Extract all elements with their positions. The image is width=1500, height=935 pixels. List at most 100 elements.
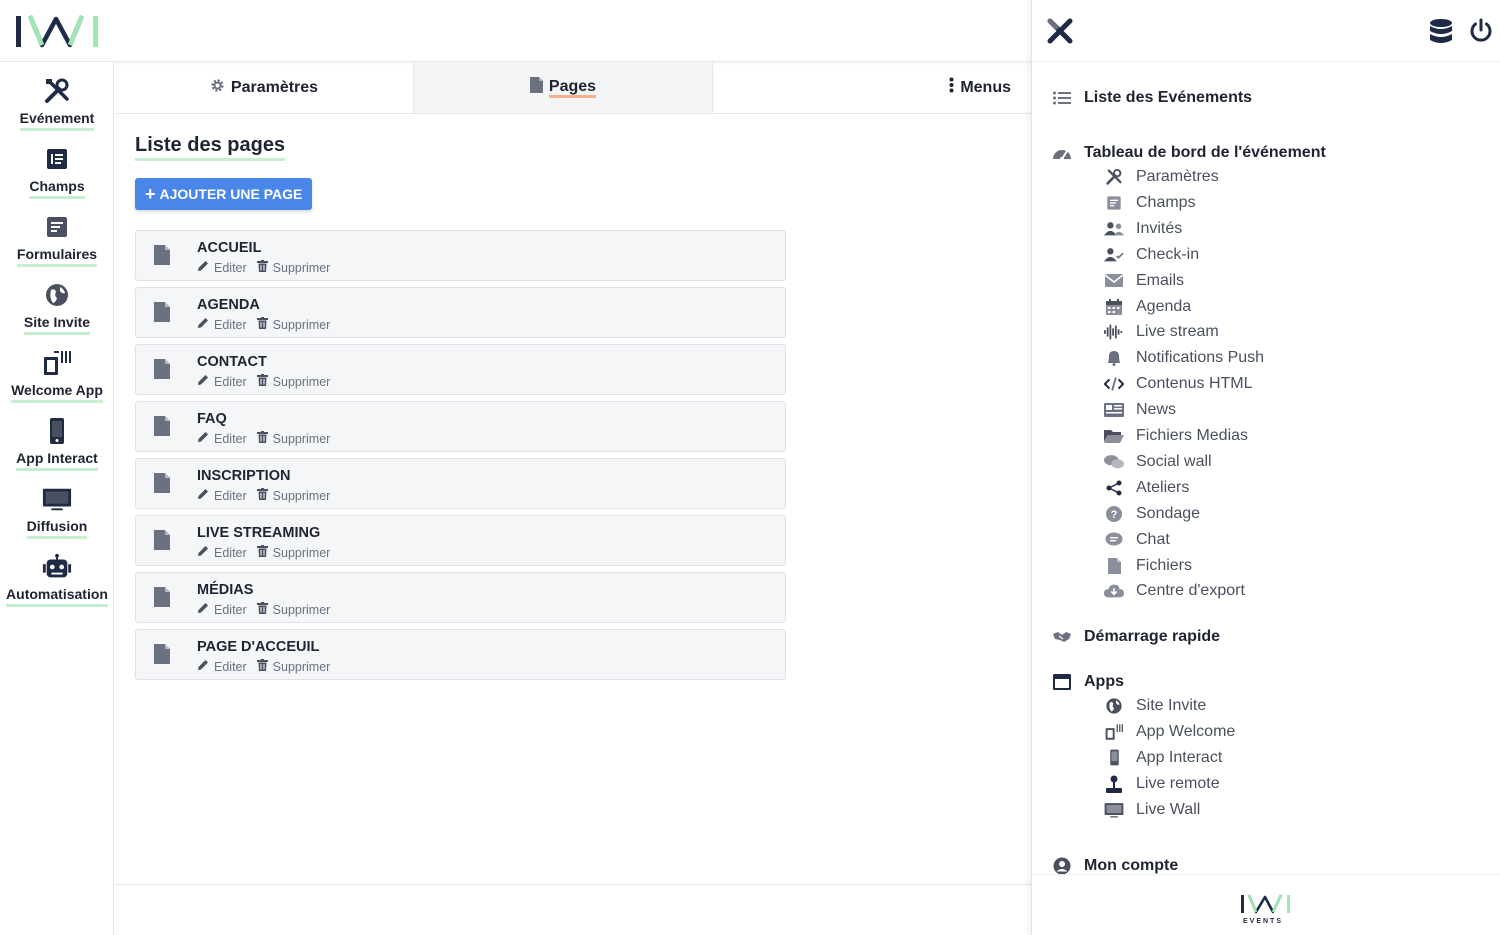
menu-item-ateliers[interactable]: Ateliers xyxy=(1104,479,1189,497)
newspaper-icon xyxy=(1104,403,1124,418)
menu-item-label: Agenda xyxy=(1136,297,1192,315)
menu-item-invit-s[interactable]: Invités xyxy=(1104,220,1182,238)
gear-icon xyxy=(210,78,225,98)
menu-label: Liste des Evénements xyxy=(1084,89,1253,106)
page-name: LIVE STREAMING xyxy=(197,525,321,541)
edit-button[interactable]: Editer xyxy=(197,431,247,446)
menu-item-label: Check-in xyxy=(1136,245,1200,263)
menu-item-social-wall[interactable]: Social wall xyxy=(1104,453,1212,471)
menu-item-notifications-push[interactable]: Notifications Push xyxy=(1104,349,1264,367)
nav-item-diffusion[interactable]: Diffusion xyxy=(0,484,114,539)
edit-button[interactable]: Editer xyxy=(197,545,247,560)
menu-item-label: Fichiers xyxy=(1136,556,1193,574)
joystick-icon xyxy=(1104,775,1124,793)
page-name: CONTACT xyxy=(197,354,267,370)
trash-icon xyxy=(256,602,268,617)
menu-item-label: Centre d'export xyxy=(1136,582,1245,600)
trash-icon xyxy=(256,488,268,503)
list-item[interactable]: INSCRIPTION Editer Supprimer xyxy=(135,458,786,509)
menu-item-fichiers-medias[interactable]: Fichiers Medias xyxy=(1104,427,1248,445)
edit-button[interactable]: Editer xyxy=(197,602,247,617)
bell-icon xyxy=(1104,350,1124,367)
menu-item-agenda[interactable]: Agenda xyxy=(1104,298,1191,316)
nav-item-site-invite[interactable]: Site Invite xyxy=(0,280,114,335)
code-icon xyxy=(1104,376,1124,392)
document-icon xyxy=(529,77,543,98)
nav-item-app-interact[interactable]: App Interact xyxy=(0,416,114,471)
tab-label: Menus xyxy=(960,78,1011,96)
list-item[interactable]: FAQ Editer Supprimer xyxy=(135,401,786,452)
menu-item-live-stream[interactable]: Live stream xyxy=(1104,323,1219,341)
delete-button[interactable]: Supprimer xyxy=(256,374,331,389)
menu-item-emails[interactable]: Emails xyxy=(1104,272,1184,290)
tab-pages[interactable]: Pages xyxy=(414,62,713,113)
database-icon[interactable] xyxy=(1429,18,1453,51)
delete-button[interactable]: Supprimer xyxy=(256,488,330,503)
menu-item-param-tres[interactable]: Paramètres xyxy=(1104,168,1219,186)
delete-button[interactable]: Supprimer xyxy=(256,431,330,446)
edit-button[interactable]: Editer xyxy=(197,260,247,275)
list-item[interactable]: AGENDA Editer Supprimer xyxy=(135,287,786,338)
trash-icon xyxy=(256,374,268,389)
menu-events-list[interactable]: Liste des Evénements xyxy=(1052,89,1252,107)
document-icon xyxy=(154,302,170,327)
menu-item-champs[interactable]: Champs xyxy=(1104,194,1196,212)
tab-menus[interactable]: Menus xyxy=(713,62,1031,113)
nav-label: Automatisation xyxy=(6,586,108,607)
menu-quick-start[interactable]: Démarrage rapide xyxy=(1052,628,1220,646)
edit-button[interactable]: Editer xyxy=(197,659,247,674)
edit-button[interactable]: Editer xyxy=(197,488,247,503)
menu-item-news[interactable]: News xyxy=(1104,401,1176,419)
list-item[interactable]: MÉDIAS Editer Supprimer xyxy=(135,572,786,623)
plus-icon: + xyxy=(145,184,156,204)
edit-button[interactable]: Editer xyxy=(197,317,247,332)
menu-label: Apps xyxy=(1084,673,1124,690)
add-page-button[interactable]: + AJOUTER UNE PAGE xyxy=(135,178,313,210)
iwi-logo[interactable] xyxy=(14,13,100,54)
menu-item-app-welcome[interactable]: App Welcome xyxy=(1104,723,1235,741)
nav-item-welcome-app[interactable]: Welcome App xyxy=(0,348,114,403)
menu-item-live-remote[interactable]: Live remote xyxy=(1104,775,1220,793)
page-list: ACCUEIL Editer Supprimer AGENDA Editer S… xyxy=(135,230,786,686)
delete-button[interactable]: Supprimer xyxy=(256,659,330,674)
menu-item-app-interact[interactable]: App Interact xyxy=(1104,749,1222,767)
nav-label: Welcome App xyxy=(11,382,103,403)
menu-item-centre-d-export[interactable]: Centre d'export xyxy=(1104,582,1245,600)
nav-item-automatisation[interactable]: Automatisation xyxy=(0,552,114,607)
delete-button[interactable]: Supprimer xyxy=(256,602,330,617)
delete-button[interactable]: Supprimer xyxy=(256,260,330,275)
delete-button[interactable]: Supprimer xyxy=(256,545,330,560)
edit-label: Editer xyxy=(214,260,247,275)
pencil-icon xyxy=(197,260,209,275)
menu-item-contenus-html[interactable]: Contenus HTML xyxy=(1104,375,1253,393)
nav-item-champs[interactable]: Champs xyxy=(0,144,114,199)
trash-icon xyxy=(256,431,268,446)
list-item[interactable]: ACCUEIL Editer Supprimer xyxy=(135,230,786,281)
power-icon[interactable] xyxy=(1468,18,1494,49)
tab-parametres[interactable]: Paramètres xyxy=(115,62,414,113)
delete-label: Supprimer xyxy=(272,374,331,389)
menu-item-check-in[interactable]: Check-in xyxy=(1104,246,1199,264)
close-icon[interactable] xyxy=(1046,17,1074,50)
menu-item-chat[interactable]: Chat xyxy=(1104,531,1170,549)
menu-item-fichiers[interactable]: Fichiers xyxy=(1104,557,1192,575)
footer-logo-text: EVENTS xyxy=(1243,918,1283,925)
list-item[interactable]: LIVE STREAMING Editer Supprimer xyxy=(135,515,786,566)
menu-item-live-wall[interactable]: Live Wall xyxy=(1104,801,1200,819)
menu-apps[interactable]: Apps xyxy=(1052,673,1124,691)
document-icon xyxy=(154,245,170,270)
trash-icon xyxy=(256,659,268,674)
menu-account[interactable]: Mon compte xyxy=(1052,857,1178,874)
menu-dashboard[interactable]: Tableau de bord de l'événement xyxy=(1052,144,1326,162)
menu-item-sondage[interactable]: ? Sondage xyxy=(1104,505,1200,523)
edit-label: Editer xyxy=(214,545,247,560)
nav-item-formulaires[interactable]: Formulaires xyxy=(0,212,114,267)
handshake-icon xyxy=(1052,630,1072,644)
list-item[interactable]: PAGE D'ACCEUIL Editer Supprimer xyxy=(135,629,786,680)
form-icon xyxy=(42,212,72,242)
delete-button[interactable]: Supprimer xyxy=(256,317,330,332)
edit-button[interactable]: Editer xyxy=(197,374,247,389)
nav-item-evenement[interactable]: Evénement xyxy=(0,76,114,131)
menu-item-site-invite[interactable]: Site Invite xyxy=(1104,697,1206,715)
list-item[interactable]: CONTACT Editer Supprimer xyxy=(135,344,786,395)
